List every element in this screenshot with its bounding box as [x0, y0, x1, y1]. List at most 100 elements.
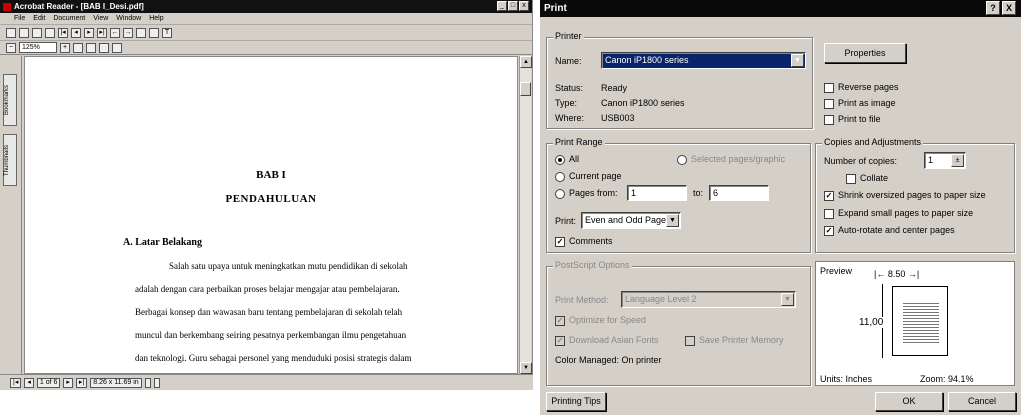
print-dialog: Print ? X Printer Name: Canon iP1800 ser…: [540, 0, 1021, 415]
checkbox-box: ✓: [555, 335, 565, 346]
menu-document[interactable]: Document: [53, 15, 85, 22]
shrink-checkbox[interactable]: ✓ Shrink oversized pages to paper size: [824, 190, 986, 201]
scroll-thumb[interactable]: [520, 82, 531, 96]
preview-height-value: 11,00: [859, 317, 884, 328]
menu-view[interactable]: View: [93, 15, 108, 22]
first-page-icon[interactable]: |◂: [58, 27, 68, 38]
checkbox-box[interactable]: ✓: [555, 236, 565, 247]
checkbox-box[interactable]: [824, 208, 834, 219]
checkbox-box[interactable]: ✓: [824, 190, 834, 201]
printer-group: Printer Name: Canon iP1800 series ▼ Stat…: [546, 31, 813, 129]
optimize-label: Optimize for Speed: [569, 315, 647, 325]
pages-from-input[interactable]: 1: [627, 185, 687, 201]
text-select-icon[interactable]: T: [162, 27, 172, 38]
back-icon[interactable]: ←: [110, 27, 120, 38]
checkbox-box[interactable]: [824, 98, 834, 109]
ok-button[interactable]: OK: [875, 392, 943, 411]
tab-bookmarks[interactable]: Bookmarks: [3, 74, 17, 126]
first-page-button[interactable]: |◂: [10, 377, 22, 388]
properties-button[interactable]: Properties: [824, 43, 906, 63]
print-to-file-checkbox[interactable]: Print to file: [824, 114, 881, 125]
chevron-down-icon[interactable]: ▼: [666, 214, 679, 227]
pages-to-input[interactable]: 6: [709, 185, 769, 201]
single-page-icon[interactable]: [144, 377, 151, 388]
print-icon[interactable]: [32, 27, 42, 38]
zoom-tool-icon[interactable]: [149, 27, 159, 38]
actual-size-icon[interactable]: [73, 42, 83, 53]
zoom-in-icon[interactable]: +: [60, 42, 70, 53]
expand-checkbox[interactable]: Expand small pages to paper size: [824, 208, 973, 219]
fit-page-icon[interactable]: [86, 42, 96, 53]
paragraph-line: Berbagai konsep dan wawasan baru tentang…: [135, 307, 403, 317]
zoom-field[interactable]: 125%: [19, 42, 57, 53]
menu-help[interactable]: Help: [149, 15, 163, 22]
continuous-icon[interactable]: [153, 377, 160, 388]
acrobat-title: Acrobat Reader - [BAB I_Desi.pdf]: [14, 2, 144, 11]
bottom-area: [0, 390, 533, 415]
checkbox-box[interactable]: ✓: [824, 225, 834, 236]
printer-name-select[interactable]: Canon iP1800 series ▼: [601, 52, 806, 69]
hand-tool-icon[interactable]: [136, 27, 146, 38]
thumbnail-text-lines: [903, 301, 939, 343]
to-label: to:: [693, 188, 704, 198]
checkbox-box[interactable]: [824, 114, 834, 125]
fit-width-icon[interactable]: [99, 42, 109, 53]
copies-input[interactable]: 1 ±: [924, 152, 966, 169]
chapter-title: PENDAHULUAN: [225, 193, 317, 205]
next-page-button[interactable]: ▸: [63, 377, 73, 388]
prev-page-icon[interactable]: ◂: [71, 27, 81, 38]
cancel-button[interactable]: Cancel: [948, 392, 1016, 411]
radio-dot[interactable]: [555, 171, 565, 182]
forward-icon[interactable]: →: [123, 27, 133, 38]
page-thumbnail: [892, 286, 948, 356]
comments-checkbox[interactable]: ✓ Comments: [555, 236, 613, 247]
scroll-up-icon[interactable]: ▲: [520, 56, 532, 68]
scroll-down-icon[interactable]: ▼: [520, 362, 532, 374]
save-icon[interactable]: [19, 27, 29, 38]
dialog-close-button[interactable]: X: [1002, 1, 1016, 15]
print-subset-select[interactable]: Even and Odd Pages ▼: [581, 212, 681, 229]
autorotate-checkbox[interactable]: ✓ Auto-rotate and center pages: [824, 225, 955, 236]
main-toolbar: |◂ ◂ ▸ ▸| ← → T: [0, 25, 532, 41]
last-page-icon[interactable]: ▸|: [97, 27, 107, 38]
open-icon[interactable]: [6, 27, 16, 38]
zoom-out-icon[interactable]: −: [6, 42, 16, 53]
collate-checkbox[interactable]: Collate: [846, 173, 888, 184]
expand-label: Expand small pages to paper size: [838, 208, 974, 218]
menu-window[interactable]: Window: [116, 15, 141, 22]
maximize-button[interactable]: □: [508, 1, 518, 11]
copies-group-label: Copies and Adjustments: [822, 137, 924, 147]
close-button[interactable]: x: [519, 1, 529, 11]
chevron-down-icon[interactable]: ▼: [791, 54, 804, 67]
page-indicator[interactable]: 1 of 6: [36, 377, 61, 388]
print-range-group: Print Range All Selected pages/graphic C…: [546, 137, 811, 253]
help-button[interactable]: ?: [986, 1, 1000, 15]
print-as-image-checkbox[interactable]: Print as image: [824, 98, 896, 109]
range-pages-radio[interactable]: Pages from:: [555, 188, 618, 199]
rotate-icon[interactable]: [112, 42, 122, 53]
printer-name-value: Canon iP1800 series: [605, 55, 689, 65]
range-all-radio[interactable]: All: [555, 154, 579, 165]
radio-dot[interactable]: [555, 188, 565, 199]
printing-tips-button[interactable]: Printing Tips: [546, 392, 606, 411]
next-page-icon[interactable]: ▸: [84, 27, 94, 38]
menu-file[interactable]: File: [14, 15, 25, 22]
range-all-label: All: [569, 154, 580, 164]
radio-dot[interactable]: [555, 154, 565, 165]
checkbox-box[interactable]: [846, 173, 856, 184]
paragraph-line: Salah satu upaya untuk meningkatkan mutu…: [169, 261, 408, 271]
search-icon[interactable]: [45, 27, 55, 38]
menu-edit[interactable]: Edit: [33, 15, 45, 22]
minimize-button[interactable]: _: [497, 1, 507, 11]
reverse-pages-checkbox[interactable]: Reverse pages: [824, 82, 899, 93]
page-size-indicator: 8.26 x 11.69 in: [90, 377, 142, 388]
last-page-button[interactable]: ▸|: [75, 377, 88, 388]
save-memory-checkbox: Save Printer Memory: [685, 335, 784, 346]
tab-thumbnails[interactable]: Thumbnails: [3, 134, 17, 186]
spinner-icon[interactable]: ±: [951, 154, 964, 167]
prev-page-button[interactable]: ◂: [24, 377, 34, 388]
vertical-scrollbar[interactable]: ▲ ▼: [519, 56, 532, 374]
range-current-radio[interactable]: Current page: [555, 171, 622, 182]
checkbox-box[interactable]: [824, 82, 834, 93]
range-current-label: Current page: [569, 171, 622, 181]
